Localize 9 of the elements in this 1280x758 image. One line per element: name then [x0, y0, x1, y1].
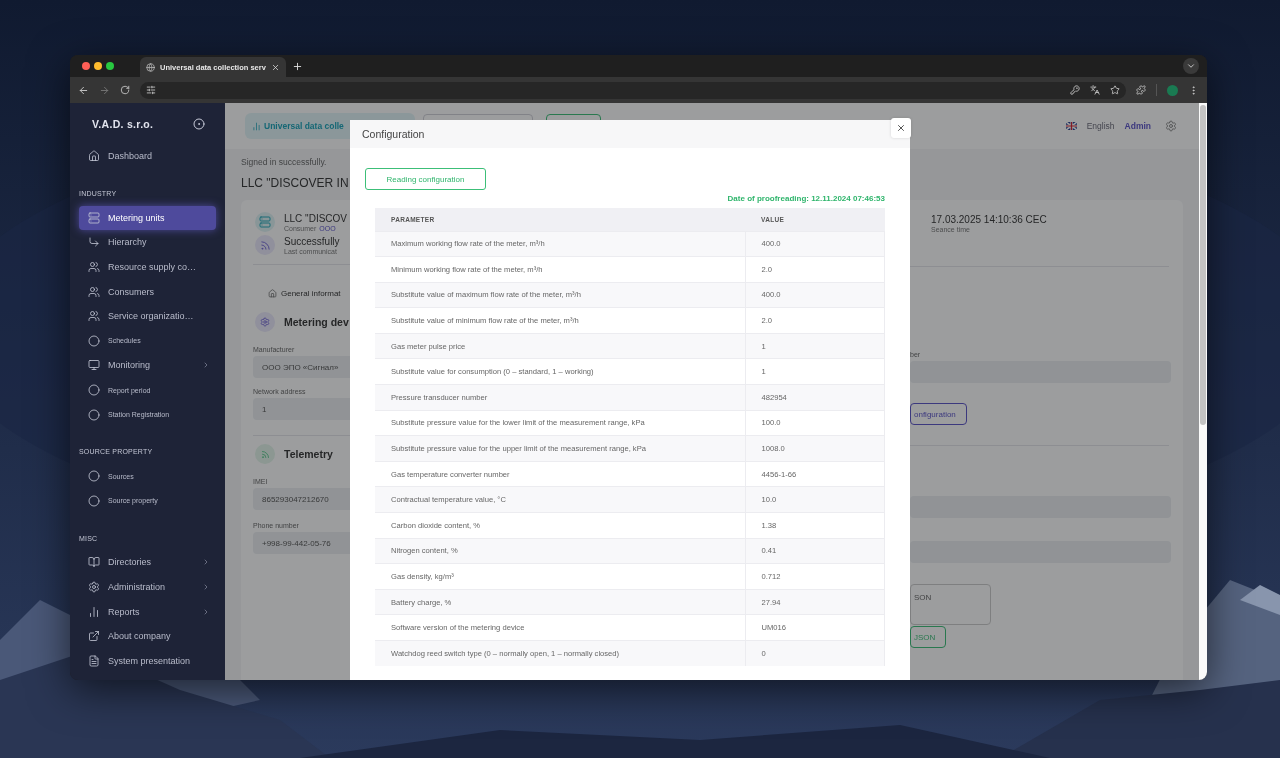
section-title: Metering dev — [284, 316, 349, 328]
page-title: LLC "DISCOVER IN — [241, 176, 349, 190]
unit-name: LLC "DISCOV — [284, 212, 347, 224]
brand-name: V.A.D. s.r.o. — [92, 117, 154, 130]
notice-text: Signed in successfully. — [241, 157, 327, 167]
proofreading-date: Date of proofreading: 12.11.2024 07:46:53 — [727, 194, 885, 203]
status-text: Successfully — [284, 235, 340, 247]
section-title: Telemetry — [284, 448, 333, 460]
session-time: 17.03.2025 14:10:36 CEC — [931, 214, 1047, 225]
